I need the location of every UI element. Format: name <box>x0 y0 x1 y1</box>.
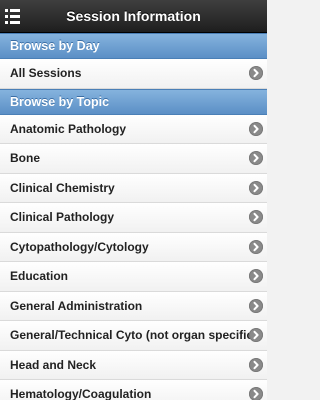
list-item-label: Clinical Chemistry <box>10 180 115 195</box>
list-item-anatomic-pathology[interactable]: Anatomic Pathology <box>0 114 267 144</box>
list-item-education[interactable]: Education <box>0 262 267 292</box>
list-item-label: General Administration <box>10 298 143 313</box>
page-title: Session Information <box>66 8 201 24</box>
browse-by-day-heading: Browse by Day <box>0 33 267 59</box>
chevron-right-circle-icon <box>249 151 263 165</box>
list-item-label: Cytopathology/Cytology <box>10 239 149 254</box>
chevron-right-circle-icon <box>249 387 263 400</box>
list-item-label: Bone <box>10 151 40 165</box>
list-item-general-technical-cyto[interactable]: General/Technical Cyto (not organ specif… <box>0 321 267 351</box>
list-item-all-sessions[interactable]: All Sessions <box>0 59 267 89</box>
chevron-right-circle-icon <box>249 66 263 80</box>
chevron-right-circle-icon <box>249 269 263 283</box>
app-header: Session Information <box>0 0 267 33</box>
list-item-label: Anatomic Pathology <box>10 121 127 136</box>
list-item-label: Education <box>10 269 69 283</box>
list-item-bone[interactable]: Bone <box>0 144 267 174</box>
list-item-hematology-coagulation[interactable]: Hematology/Coagulation <box>0 380 267 400</box>
list-item-clinical-chemistry[interactable]: Clinical Chemistry <box>0 173 267 203</box>
chevron-right-circle-icon <box>249 210 263 224</box>
list-item-clinical-pathology[interactable]: Clinical Pathology <box>0 203 267 233</box>
list-item-label: All Sessions <box>10 66 82 80</box>
list-item-head-and-neck[interactable]: Head and Neck <box>0 350 267 380</box>
list-item-label: General/Technical Cyto (not organ specif… <box>10 328 258 342</box>
list-item-general-administration[interactable]: General Administration <box>0 291 267 321</box>
chevron-right-circle-icon <box>249 239 263 254</box>
list-item-label: Clinical Pathology <box>10 210 115 224</box>
chevron-right-circle-icon <box>249 180 263 195</box>
list-item-cytopathology-cytology[interactable]: Cytopathology/Cytology <box>0 232 267 262</box>
chevron-right-circle-icon <box>249 298 263 313</box>
chevron-right-circle-icon <box>249 121 263 136</box>
list-item-label: Head and Neck <box>10 357 97 372</box>
chevron-right-circle-icon <box>249 357 263 372</box>
chevron-right-circle-icon <box>249 328 263 342</box>
browse-by-topic-heading: Browse by Topic <box>0 88 267 115</box>
list-item-label: Hematology/Coagulation <box>10 387 152 400</box>
